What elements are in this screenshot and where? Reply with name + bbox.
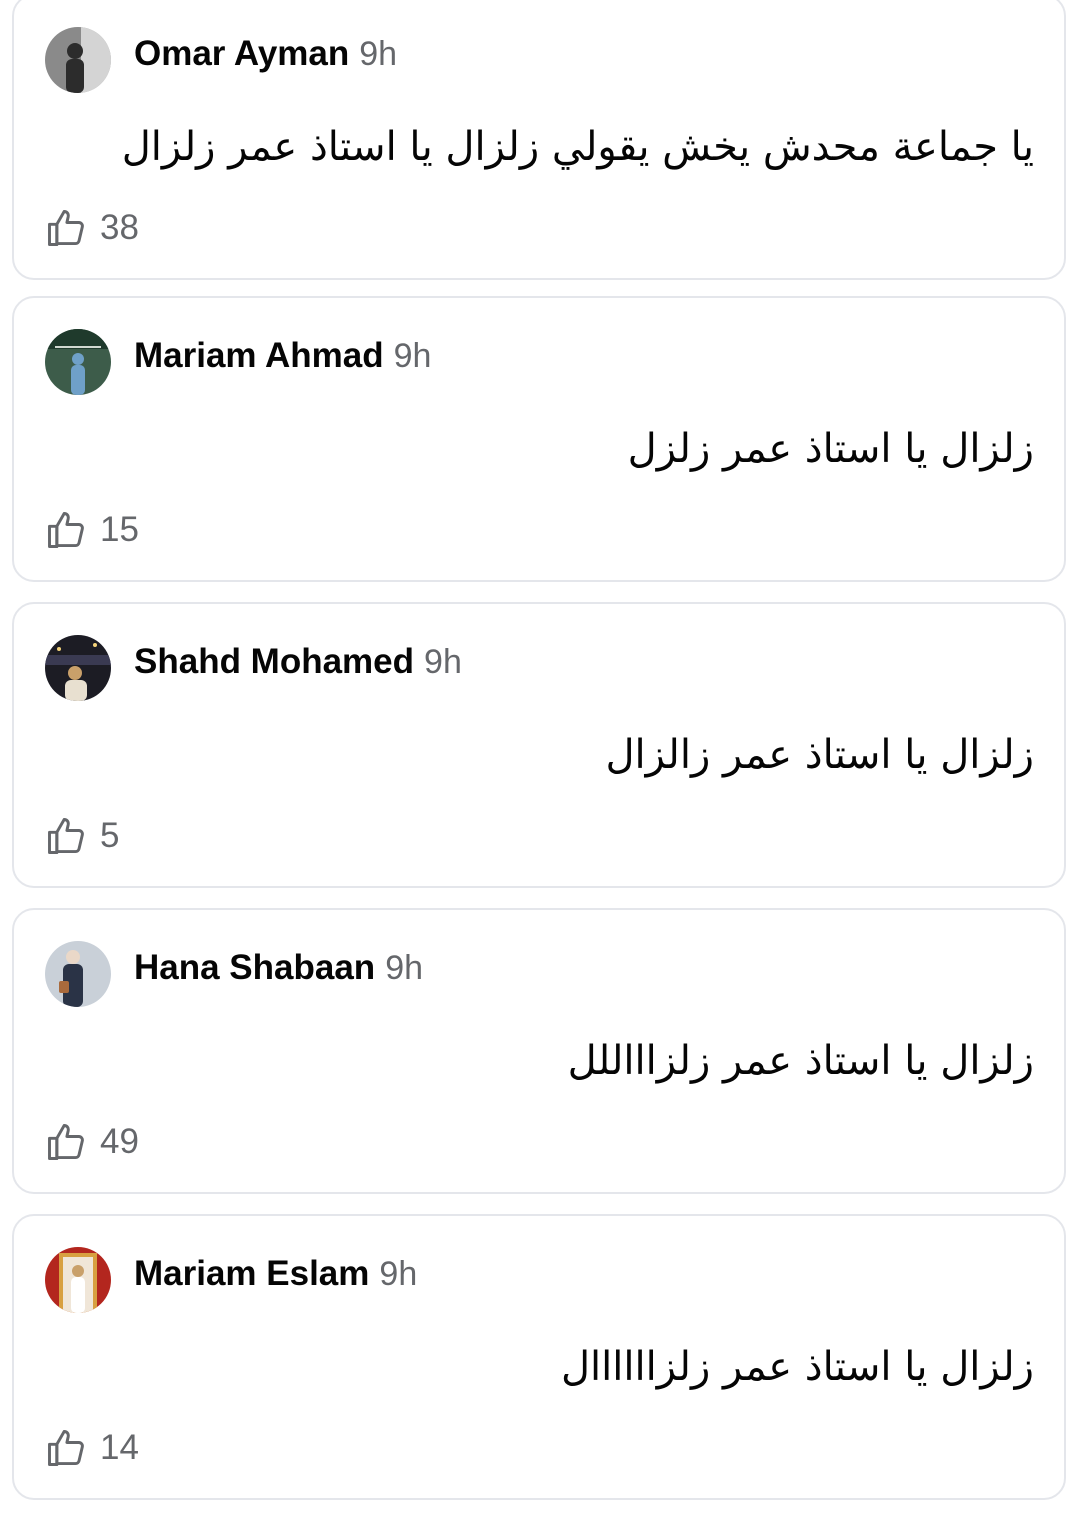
timestamp[interactable]: 9h — [424, 643, 462, 681]
comment-header: Hana Shabaan 9h — [134, 948, 423, 988]
avatar[interactable] — [45, 941, 111, 1007]
thumbs-up-icon — [44, 206, 88, 250]
timestamp[interactable]: 9h — [359, 35, 397, 73]
timestamp[interactable]: 9h — [394, 337, 432, 375]
like-button[interactable]: 14 — [44, 1426, 139, 1470]
like-count: 5 — [100, 816, 120, 855]
avatar[interactable] — [45, 1247, 111, 1313]
author-name[interactable]: Mariam Eslam — [134, 1254, 369, 1293]
like-count: 49 — [100, 1122, 139, 1161]
thumbs-up-icon — [44, 1120, 88, 1164]
timestamp[interactable]: 9h — [385, 949, 423, 987]
like-button[interactable]: 49 — [44, 1120, 139, 1164]
author-name[interactable]: Omar Ayman — [134, 34, 349, 73]
like-button[interactable]: 38 — [44, 206, 139, 250]
like-count: 15 — [100, 510, 139, 549]
author-name[interactable]: Shahd Mohamed — [134, 642, 414, 681]
comment-text: يا جماعة محدش يخش يقولي زلزال يا استاذ ع… — [121, 124, 1034, 170]
comment-header: Omar Ayman 9h — [134, 34, 397, 74]
like-button[interactable]: 15 — [44, 508, 139, 552]
comment-card: Omar Ayman 9h يا جماعة محدش يخش يقولي زلز… — [12, 0, 1066, 280]
comment-card: Hana Shabaan 9h زلزال يا استاذ عمر زلزااا… — [12, 908, 1066, 1194]
comment-header: Mariam Ahmad 9h — [134, 336, 431, 376]
like-count: 38 — [100, 208, 139, 247]
comment-card: Mariam Ahmad 9h زلزال يا استاذ عمر زلزل 1… — [12, 296, 1066, 582]
author-name[interactable]: Mariam Ahmad — [134, 336, 384, 375]
thumbs-up-icon — [44, 508, 88, 552]
timestamp[interactable]: 9h — [379, 1255, 417, 1293]
thumbs-up-icon — [44, 814, 88, 858]
comment-text: زلزال يا استاذ عمر زلزاااللل — [567, 1038, 1034, 1084]
comment-header: Shahd Mohamed 9h — [134, 642, 462, 682]
like-button[interactable]: 5 — [44, 814, 119, 858]
comment-text: زلزال يا استاذ عمر زلزل — [627, 426, 1034, 472]
comment-text: زلزال يا استاذ عمر زلزاااااال — [560, 1344, 1034, 1390]
comment-text: زلزال يا استاذ عمر زالزال — [605, 732, 1034, 778]
avatar[interactable] — [45, 635, 111, 701]
thumbs-up-icon — [44, 1426, 88, 1470]
comment-card: Mariam Eslam 9h زلزال يا استاذ عمر زلزااا… — [12, 1214, 1066, 1500]
comment-header: Mariam Eslam 9h — [134, 1254, 417, 1294]
avatar[interactable] — [45, 329, 111, 395]
author-name[interactable]: Hana Shabaan — [134, 948, 375, 987]
comment-card: Shahd Mohamed 9h زلزال يا استاذ عمر زالزا… — [12, 602, 1066, 888]
like-count: 14 — [100, 1428, 139, 1467]
avatar[interactable] — [45, 27, 111, 93]
